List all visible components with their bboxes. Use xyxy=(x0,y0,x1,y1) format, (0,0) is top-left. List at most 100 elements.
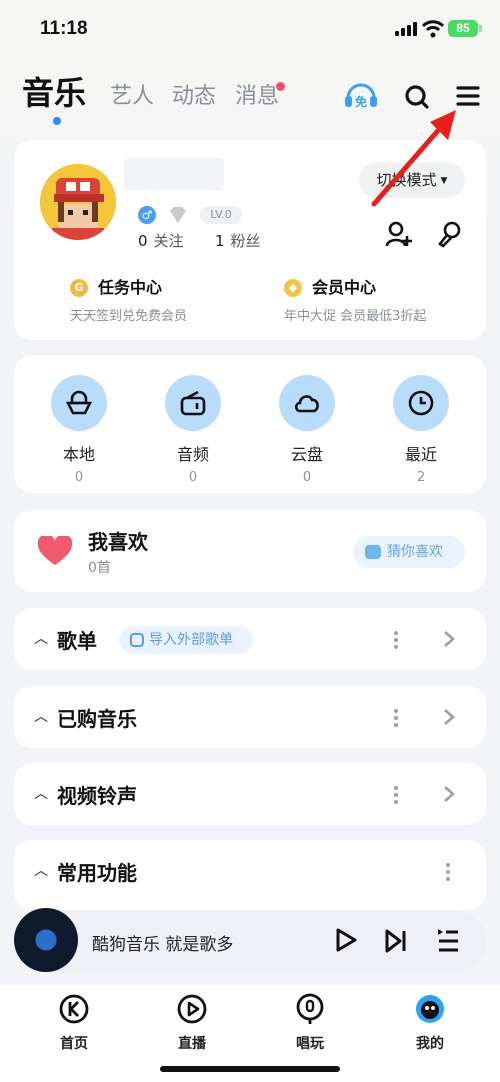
live-play-icon xyxy=(177,994,207,1024)
avatar[interactable] xyxy=(40,164,116,240)
mine-face-icon xyxy=(416,995,444,1023)
next-track-icon[interactable] xyxy=(384,928,408,954)
favorites-count: 0首 xyxy=(88,560,111,576)
cloud-icon xyxy=(294,395,319,413)
fans-count[interactable]: 1 粉丝 xyxy=(215,230,261,251)
tab-sing-label: 唱玩 xyxy=(296,1036,324,1052)
mini-player[interactable]: 酷狗音乐 就是歌多 xyxy=(14,908,486,972)
shortcut-cloud-circle xyxy=(279,375,335,431)
shortcut-local[interactable]: 本地 0 xyxy=(44,375,114,485)
shortcut-audio-count: 0 xyxy=(188,470,198,485)
import-playlist-button[interactable]: 导入外部歌单 xyxy=(119,626,253,654)
tab-home[interactable]: 首页 xyxy=(34,993,114,1053)
add-friend-icon[interactable] xyxy=(385,220,413,248)
username-hidden xyxy=(124,158,224,190)
section-common-functions[interactable]: ︿ 常用功能 xyxy=(14,840,486,910)
more-icon[interactable] xyxy=(394,709,398,730)
heart-icon xyxy=(38,536,72,565)
guess-you-like-button[interactable]: 猜你喜欢 xyxy=(353,536,465,568)
now-playing-title: 酷狗音乐 就是歌多 xyxy=(92,935,234,955)
play-icon[interactable] xyxy=(334,927,358,953)
tab-moments[interactable]: 动态 xyxy=(172,78,216,110)
shortcut-recent-count: 2 xyxy=(416,470,426,485)
caret-up-icon[interactable]: ︿ xyxy=(34,706,48,726)
playlist-icon[interactable] xyxy=(436,928,460,954)
vip-center-title: 会员中心 xyxy=(312,278,377,297)
male-icon: ♂ xyxy=(138,206,156,224)
tab-music[interactable]: 音乐 xyxy=(22,68,86,114)
shortcut-audio[interactable]: 音频 0 xyxy=(158,375,228,485)
battery-indicator: 85 xyxy=(448,20,482,37)
tab-mine[interactable]: 我的 xyxy=(390,993,470,1053)
vip-center-subtitle: 年中大促 会员最低3折起 xyxy=(284,309,427,324)
shortcut-cloud[interactable]: 云盘 0 xyxy=(272,375,342,485)
coin-icon: G xyxy=(70,279,88,297)
caret-up-icon[interactable]: ︿ xyxy=(34,860,48,880)
shortcut-cloud-label: 云盘 xyxy=(290,445,323,464)
section-purchased-title: 已购音乐 xyxy=(57,707,137,731)
shortcut-recent-label: 最近 xyxy=(404,445,437,464)
shortcut-audio-circle xyxy=(165,375,221,431)
local-icon xyxy=(65,390,93,415)
vip-center[interactable]: ◆ 会员中心 年中大促 会员最低3折起 xyxy=(284,278,484,324)
section-common-functions-title: 常用功能 xyxy=(57,861,137,885)
status-bar: 11:18 85 xyxy=(0,0,500,58)
fans-label: 粉丝 xyxy=(230,232,261,250)
tab-artist[interactable]: 艺人 xyxy=(110,78,154,110)
tab-sing[interactable]: 唱玩 xyxy=(270,993,350,1053)
section-video-ringtones[interactable]: ︿ 视频铃声 xyxy=(14,763,486,825)
tab-mine-label: 我的 xyxy=(416,1036,444,1052)
home-k-icon xyxy=(59,994,89,1024)
task-center[interactable]: G 任务中心 天天签到兑免费会员 xyxy=(70,278,270,324)
caret-up-icon[interactable]: ︿ xyxy=(34,783,48,803)
chevron-right-icon[interactable] xyxy=(442,708,456,726)
status-time: 11:18 xyxy=(40,18,88,39)
more-icon[interactable] xyxy=(446,863,450,884)
caret-up-icon[interactable]: ︿ xyxy=(34,628,48,648)
active-tab-indicator xyxy=(53,117,61,125)
import-icon xyxy=(130,633,144,647)
fans-number: 1 xyxy=(215,232,225,250)
annotation-arrow xyxy=(371,110,456,207)
tab-messages[interactable]: 消息 xyxy=(235,78,279,110)
section-playlists-title: 歌单 xyxy=(57,629,97,653)
shortcut-recent-circle xyxy=(393,375,449,431)
shortcut-local-count: 0 xyxy=(74,470,84,485)
level-badge: LV.0 xyxy=(200,206,242,224)
favorites-title: 我喜欢 xyxy=(88,530,148,554)
section-playlists[interactable]: ︿ 歌单 导入外部歌单 xyxy=(14,608,486,670)
diamond-icon xyxy=(170,207,186,223)
shortcut-recent[interactable]: 最近 2 xyxy=(386,375,456,485)
follow-number: 0 xyxy=(138,232,148,250)
tab-home-label: 首页 xyxy=(60,1036,88,1052)
chevron-right-icon[interactable] xyxy=(442,785,456,803)
guess-you-like-label: 猜你喜欢 xyxy=(387,544,443,560)
follow-label: 关注 xyxy=(153,232,184,250)
shortcut-local-label: 本地 xyxy=(62,445,95,464)
radio-icon xyxy=(180,390,206,416)
guess-icon xyxy=(365,545,381,559)
chevron-right-icon[interactable] xyxy=(442,630,456,648)
vip-diamond-icon: ◆ xyxy=(284,279,302,297)
more-icon[interactable] xyxy=(394,631,398,652)
tab-live[interactable]: 直播 xyxy=(152,993,232,1053)
more-icon[interactable] xyxy=(394,786,398,807)
home-indicator xyxy=(160,1066,340,1072)
message-notification-dot xyxy=(276,82,285,91)
shortcut-cloud-count: 0 xyxy=(302,470,312,485)
section-video-ringtones-title: 视频铃声 xyxy=(57,784,137,808)
shortcut-local-circle xyxy=(51,375,107,431)
sing-mic-icon[interactable] xyxy=(436,220,464,248)
task-center-subtitle: 天天签到兑免费会员 xyxy=(70,309,188,324)
favorites-card[interactable]: 我喜欢 0首 猜你喜欢 xyxy=(14,510,486,592)
shortcuts-card: 本地 0 音频 0 云盘 0 最近 2 xyxy=(14,355,486,493)
section-purchased[interactable]: ︿ 已购音乐 xyxy=(14,686,486,748)
signal-icon xyxy=(395,22,419,36)
tab-live-label: 直播 xyxy=(178,1036,206,1052)
shortcut-audio-label: 音频 xyxy=(176,445,209,464)
task-center-title: 任务中心 xyxy=(98,278,163,297)
wifi-icon xyxy=(422,20,444,38)
follow-count[interactable]: 0 关注 xyxy=(138,230,184,251)
album-disc[interactable] xyxy=(14,908,78,972)
mic-icon xyxy=(296,993,324,1024)
